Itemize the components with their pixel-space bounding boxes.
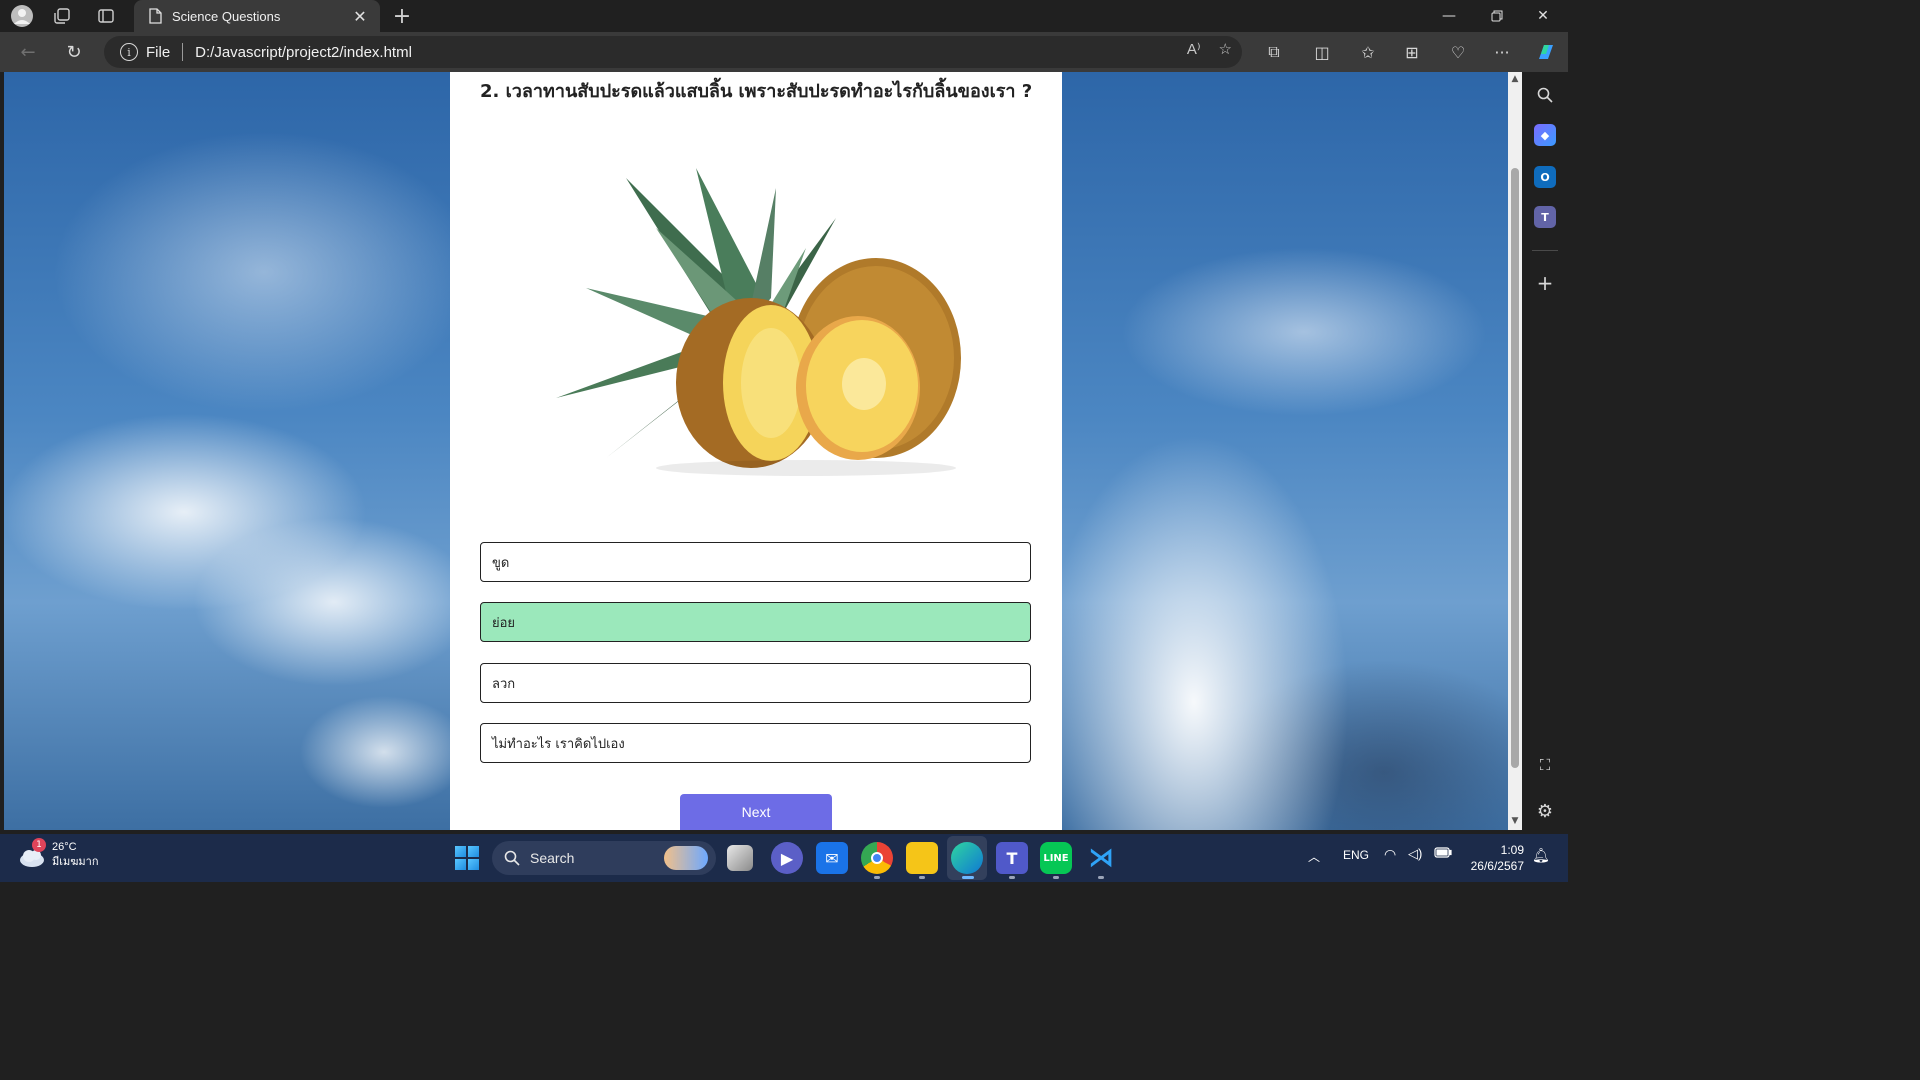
- explorer-running-indicator: [919, 876, 925, 879]
- notifications-bell-icon[interactable]: 🔔︎: [1532, 847, 1550, 864]
- copilot-sidebar-icon[interactable]: ◆: [1534, 124, 1556, 146]
- outlook-icon[interactable]: O: [1534, 166, 1556, 188]
- battery-icon[interactable]: [1434, 847, 1452, 861]
- edge-sidebar: ◆ O T + ⛶ ⚙: [1522, 72, 1568, 830]
- settings-gear-icon[interactable]: ⚙: [1534, 800, 1556, 822]
- sidebar-divider: [1532, 250, 1558, 251]
- file-explorer-icon[interactable]: [906, 842, 938, 874]
- page-icon: [149, 8, 162, 24]
- page-scrollbar[interactable]: ▲ ▼: [1508, 72, 1522, 830]
- task-view-icon[interactable]: [727, 845, 753, 871]
- profile-icon[interactable]: [4, 4, 40, 28]
- weather-description: มีเมฆมาก: [52, 856, 99, 868]
- more-options-icon[interactable]: ···: [1486, 38, 1518, 66]
- close-window-icon[interactable]: ✕: [1520, 0, 1566, 32]
- answer-label: ขูด: [492, 555, 510, 571]
- add-sidebar-app-icon[interactable]: +: [1534, 271, 1556, 295]
- tab-science-questions[interactable]: Science Questions ✕: [134, 0, 380, 32]
- favorite-star-icon[interactable]: ☆: [1219, 40, 1232, 58]
- close-tab-icon[interactable]: ✕: [350, 7, 370, 26]
- scroll-up-arrow-icon[interactable]: ▲: [1510, 74, 1520, 84]
- answer-option-3[interactable]: ลวก: [480, 663, 1031, 703]
- input-language[interactable]: ENG: [1343, 848, 1369, 862]
- page-viewport: 2. เวลาทานสับปะรดแล้วแสบลิ้น เพราะสับปะร…: [4, 72, 1508, 830]
- read-aloud-icon[interactable]: A⁾: [1187, 40, 1201, 58]
- info-icon[interactable]: i: [120, 43, 138, 61]
- taskbar-search[interactable]: Search: [492, 841, 716, 875]
- search-label: Search: [530, 850, 575, 866]
- clock-date: 26/6/2567: [1470, 859, 1524, 873]
- system-clock[interactable]: 1:09 26/6/2567: [1466, 842, 1524, 874]
- workspaces-icon[interactable]: [44, 4, 80, 28]
- refresh-icon[interactable]: ↻: [58, 38, 90, 66]
- taskbar: 1 26°C มีเมฆมาก Search ▶ ✉ T LINE ⋊ ︿ EN…: [0, 834, 1568, 882]
- weather-alert-badge: 1: [32, 838, 46, 852]
- vscode-running-indicator: [1098, 876, 1104, 879]
- show-hidden-icons-icon[interactable]: ︿: [1308, 848, 1320, 865]
- weather-widget[interactable]: 1 26°C มีเมฆมาก: [18, 838, 99, 870]
- temperature: 26°C: [52, 841, 77, 853]
- answer-label: ย่อย: [492, 615, 516, 631]
- answer-option-4[interactable]: ไม่ทำอะไร เราคิดไปเอง: [480, 723, 1031, 763]
- title-bar: Science Questions ✕ + — ✕: [0, 0, 1568, 32]
- wifi-icon[interactable]: ◠: [1384, 846, 1396, 863]
- copilot-icon[interactable]: [1530, 38, 1562, 66]
- clock-time: 1:09: [1500, 843, 1524, 857]
- search-highlight-icon: [664, 846, 708, 870]
- address-scheme: File: [146, 43, 171, 61]
- edge-active-indicator: [962, 876, 974, 879]
- address-bar[interactable]: i File D:/Javascript/project2/index.html…: [104, 36, 1242, 68]
- favorites-icon[interactable]: ✩: [1352, 38, 1384, 66]
- windows-start-icon[interactable]: [455, 846, 479, 870]
- chrome-running-indicator: [874, 876, 880, 879]
- answer-label: ลวก: [492, 676, 516, 692]
- new-tab-icon[interactable]: +: [384, 4, 420, 29]
- answer-label: ไม่ทำอะไร เราคิดไปเอง: [492, 736, 625, 752]
- pineapple-image: [556, 168, 961, 476]
- search-icon: [504, 850, 520, 866]
- teams-icon[interactable]: T: [1534, 206, 1556, 228]
- vscode-icon[interactable]: ⋊: [1085, 842, 1117, 874]
- question-text: 2. เวลาทานสับปะรดแล้วแสบลิ้น เพราะสับปะร…: [480, 81, 1033, 102]
- split-screen-icon[interactable]: ◫: [1306, 38, 1338, 66]
- next-button[interactable]: Next: [680, 794, 832, 830]
- navigation-bar: ← ↻ i File D:/Javascript/project2/index.…: [0, 32, 1568, 72]
- teams-running-indicator: [1009, 876, 1015, 879]
- address-url: D:/Javascript/project2/index.html: [195, 43, 412, 61]
- collections-icon[interactable]: ⊞: [1396, 38, 1428, 66]
- tab-title: Science Questions: [172, 8, 281, 24]
- volume-icon[interactable]: ◁): [1408, 846, 1422, 862]
- line-running-indicator: [1053, 876, 1059, 879]
- edge-icon[interactable]: [951, 842, 983, 874]
- scroll-down-arrow-icon[interactable]: ▼: [1510, 816, 1520, 826]
- quiz-card: 2. เวลาทานสับปะรดแล้วแสบลิ้น เพราะสับปะร…: [450, 72, 1062, 830]
- answer-option-2[interactable]: ย่อย: [480, 602, 1031, 642]
- address-divider: [182, 43, 184, 61]
- line-icon[interactable]: LINE: [1040, 842, 1072, 874]
- browser-essentials-icon[interactable]: ♡: [1442, 38, 1474, 66]
- search-icon[interactable]: [1534, 84, 1556, 106]
- restore-icon[interactable]: [1474, 0, 1520, 32]
- scroll-thumb[interactable]: [1511, 168, 1519, 768]
- mail-icon[interactable]: ✉: [816, 842, 848, 874]
- teams-new-icon[interactable]: T: [996, 842, 1028, 874]
- chrome-icon[interactable]: [861, 842, 893, 874]
- extensions-icon[interactable]: ⧉: [1258, 38, 1290, 66]
- minimize-icon[interactable]: —: [1426, 0, 1472, 32]
- screenshot-icon[interactable]: ⛶: [1534, 754, 1556, 776]
- meet-icon[interactable]: ▶: [771, 842, 803, 874]
- back-icon[interactable]: ←: [12, 38, 44, 66]
- tab-actions-icon[interactable]: [88, 4, 124, 28]
- answer-option-1[interactable]: ขูด: [480, 542, 1031, 582]
